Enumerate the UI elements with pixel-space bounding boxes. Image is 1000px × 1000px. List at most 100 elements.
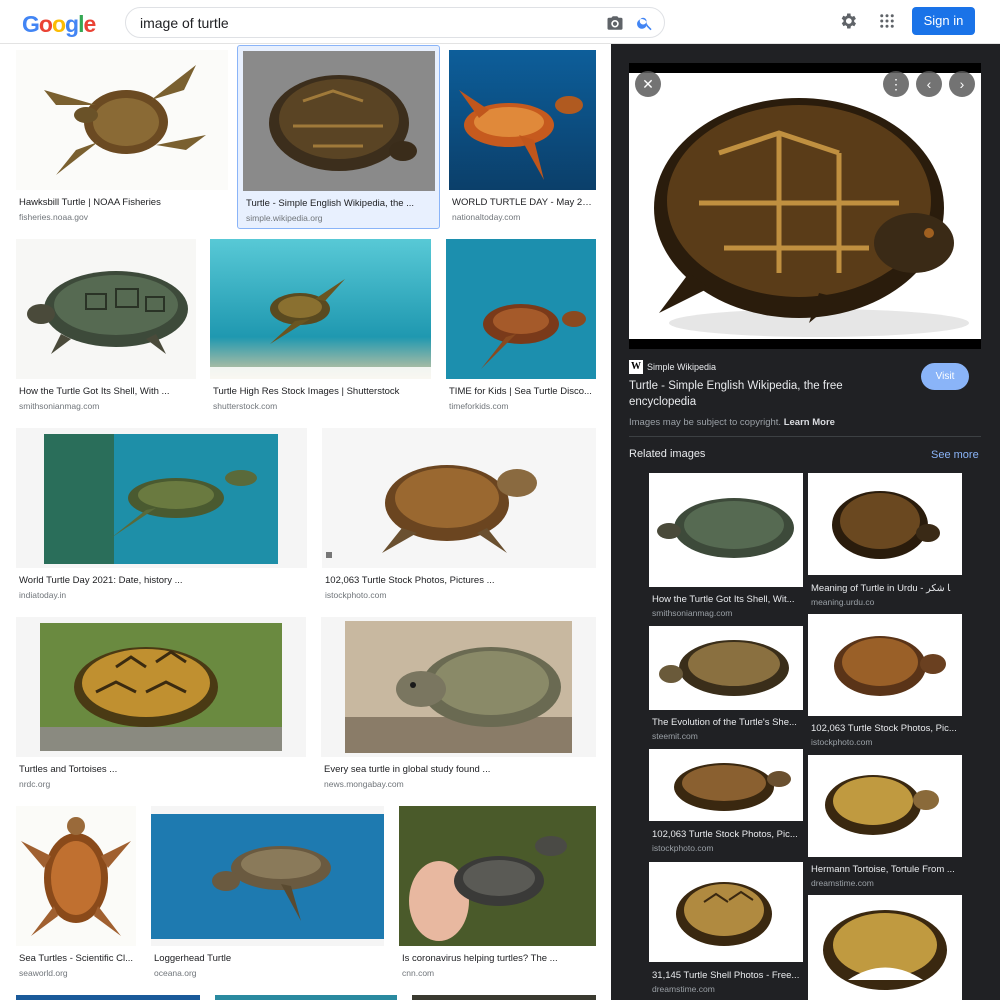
learn-more-link[interactable]: Learn More	[784, 417, 835, 428]
search-input[interactable]	[140, 13, 590, 33]
result-caption[interactable]: Hawksbill Turtle | NOAA Fisheries	[19, 197, 224, 208]
camera-icon[interactable]	[606, 14, 624, 32]
related-card[interactable]: 102,063 Turtle Stock Photos, Pic... isto…	[649, 749, 803, 859]
result-source: shutterstock.com	[213, 401, 278, 411]
related-source: istockphoto.com	[811, 737, 873, 747]
result-caption[interactable]: World Turtle Day 2021: Date, history ...	[19, 575, 304, 586]
related-source: smithsonianmag.com	[652, 608, 733, 618]
related-caption[interactable]: Meaning of Turtle in Urdu - ﺎ ﺷﮑﺮ	[811, 583, 961, 594]
result-thumbnail[interactable]	[16, 617, 306, 757]
result-source: nationaltoday.com	[452, 212, 521, 222]
result-caption[interactable]: TIME for Kids | Sea Turtle Disco...	[449, 386, 595, 397]
result-source: nrdc.org	[19, 779, 51, 789]
result-thumbnail[interactable]	[16, 995, 200, 1000]
close-icon[interactable]: ✕	[635, 71, 661, 97]
google-logo[interactable]: Google	[22, 11, 96, 38]
result-card[interactable]: Every sea turtle in global study found .…	[321, 617, 596, 797]
result-caption[interactable]: How the Turtle Got Its Shell, With ...	[19, 386, 194, 397]
related-thumbnail[interactable]	[808, 895, 962, 1000]
result-card[interactable]: TIME for Kids | Sea Turtle Disco... time…	[446, 239, 596, 419]
result-thumbnail[interactable]	[243, 51, 435, 191]
related-thumbnail[interactable]	[649, 626, 803, 710]
related-caption[interactable]: The Evolution of the Turtle's She...	[652, 717, 802, 728]
result-card[interactable]: Turtle High Res Stock Images | Shutterst…	[210, 239, 431, 419]
related-card[interactable]: How the Turtle Got Its Shell, Wit... smi…	[649, 473, 803, 623]
related-source: istockphoto.com	[652, 843, 714, 853]
related-source: meaning.urdu.co	[811, 597, 875, 607]
related-card[interactable]: 31,145 Turtle Shell Photos - Free... dre…	[649, 862, 803, 996]
search-box[interactable]	[125, 7, 665, 38]
result-thumbnail[interactable]	[446, 239, 596, 379]
result-card[interactable]: Hawksbill Turtle | NOAA Fisheries fisher…	[16, 50, 228, 230]
result-source: oceana.org	[154, 968, 197, 978]
related-caption[interactable]: 102,063 Turtle Stock Photos, Pic...	[652, 829, 802, 840]
related-thumbnail[interactable]	[808, 473, 962, 575]
result-thumbnail[interactable]	[16, 428, 307, 568]
related-card[interactable]: Meaning of Turtle in Urdu - ﺎ ﺷﮑﺮ meanin…	[808, 473, 962, 611]
result-thumbnail[interactable]	[412, 995, 596, 1000]
result-source: fisheries.noaa.gov	[19, 212, 88, 222]
site-name[interactable]: Simple Wikipedia	[647, 362, 716, 372]
result-source: istockphoto.com	[325, 590, 387, 600]
site-logo: W	[629, 360, 643, 374]
result-thumbnail[interactable]	[210, 239, 431, 379]
result-thumbnail[interactable]	[16, 50, 228, 190]
result-source: indiatoday.in	[19, 590, 67, 600]
result-caption[interactable]: Turtle High Res Stock Images | Shutterst…	[213, 386, 429, 397]
result-thumbnail[interactable]	[215, 995, 397, 1000]
result-card[interactable]: WORLD TURTLE DAY - May 23, ... nationalt…	[449, 50, 596, 230]
related-card[interactable]: 102,063 Turtle Stock Photos, Pic... isto…	[808, 614, 962, 750]
result-caption[interactable]: Every sea turtle in global study found .…	[324, 764, 594, 775]
chevron-left-icon[interactable]: ‹	[916, 71, 942, 97]
related-thumbnail[interactable]	[649, 862, 803, 962]
visit-button[interactable]: Visit	[921, 363, 969, 390]
related-card[interactable]: Hermann Tortoise, Tortule From ... dream…	[808, 755, 962, 891]
result-caption[interactable]: Sea Turtles - Scientific Cl...	[19, 953, 135, 964]
result-caption[interactable]: Turtle - Simple English Wikipedia, the .…	[246, 198, 431, 209]
result-card[interactable]: How the Turtle Got Its Shell, With ... s…	[16, 239, 196, 419]
sign-in-button[interactable]: Sign in	[912, 7, 975, 35]
chevron-right-icon[interactable]: ›	[949, 71, 975, 97]
result-thumbnail[interactable]	[151, 806, 384, 946]
related-thumbnail[interactable]	[808, 614, 962, 716]
result-caption[interactable]: Is coronavirus helping turtles? The ...	[402, 953, 594, 964]
result-thumbnail[interactable]	[449, 50, 596, 190]
result-caption[interactable]: Loggerhead Turtle	[154, 953, 382, 964]
related-caption[interactable]: 102,063 Turtle Stock Photos, Pic...	[811, 723, 961, 734]
related-card[interactable]: The Evolution of the Turtle's She... ste…	[649, 626, 803, 744]
result-card[interactable]: Turtles and Tortoises ... nrdc.org	[16, 617, 306, 797]
related-thumbnail[interactable]	[649, 473, 803, 587]
result-thumbnail[interactable]	[322, 428, 596, 568]
search-icon[interactable]	[636, 14, 654, 32]
preview-image[interactable]: ✕ ⋮ ‹ ›	[629, 63, 981, 349]
related-caption[interactable]: 31,145 Turtle Shell Photos - Free...	[652, 970, 802, 981]
result-card[interactable]: Loggerhead Turtle oceana.org	[151, 806, 384, 986]
divider	[629, 436, 981, 437]
apps-icon[interactable]	[878, 12, 896, 30]
result-thumbnail[interactable]	[321, 617, 596, 757]
result-card-selected[interactable]: Turtle - Simple English Wikipedia, the .…	[237, 45, 440, 229]
result-card[interactable]: Sea Turtles - Scientific Cl... seaworld.…	[16, 806, 136, 986]
result-card[interactable]: World Turtle Day 2021: Date, history ...…	[16, 428, 307, 608]
result-caption[interactable]: Turtles and Tortoises ...	[19, 764, 304, 775]
result-caption[interactable]: 102,063 Turtle Stock Photos, Pictures ..…	[325, 575, 593, 586]
result-card[interactable]: Is coronavirus helping turtles? The ... …	[399, 806, 596, 986]
related-thumbnail[interactable]	[808, 755, 962, 857]
result-source: timeforkids.com	[449, 401, 509, 411]
result-thumbnail[interactable]	[399, 806, 596, 946]
related-caption[interactable]: Hermann Tortoise, Tortule From ...	[811, 864, 961, 875]
result-card[interactable]: 102,063 Turtle Stock Photos, Pictures ..…	[322, 428, 596, 608]
result-caption[interactable]: WORLD TURTLE DAY - May 23, ...	[452, 197, 594, 208]
results-grid: Hawksbill Turtle | NOAA Fisheries fisher…	[0, 44, 610, 1000]
related-card[interactable]	[808, 895, 962, 1000]
more-options-icon[interactable]: ⋮	[883, 71, 909, 97]
image-preview-panel: ✕ ⋮ ‹ › W Simple Wikipedia Turtle - Simp…	[611, 44, 1000, 1000]
result-thumbnail[interactable]	[16, 239, 196, 379]
preview-title[interactable]: Turtle - Simple English Wikipedia, the f…	[629, 378, 889, 410]
result-thumbnail[interactable]	[16, 806, 136, 946]
gear-icon[interactable]	[838, 11, 858, 31]
see-more-link[interactable]: See more	[931, 449, 979, 461]
related-caption[interactable]: How the Turtle Got Its Shell, Wit...	[652, 594, 802, 605]
related-thumbnail[interactable]	[649, 749, 803, 821]
result-source: news.mongabay.com	[324, 779, 404, 789]
